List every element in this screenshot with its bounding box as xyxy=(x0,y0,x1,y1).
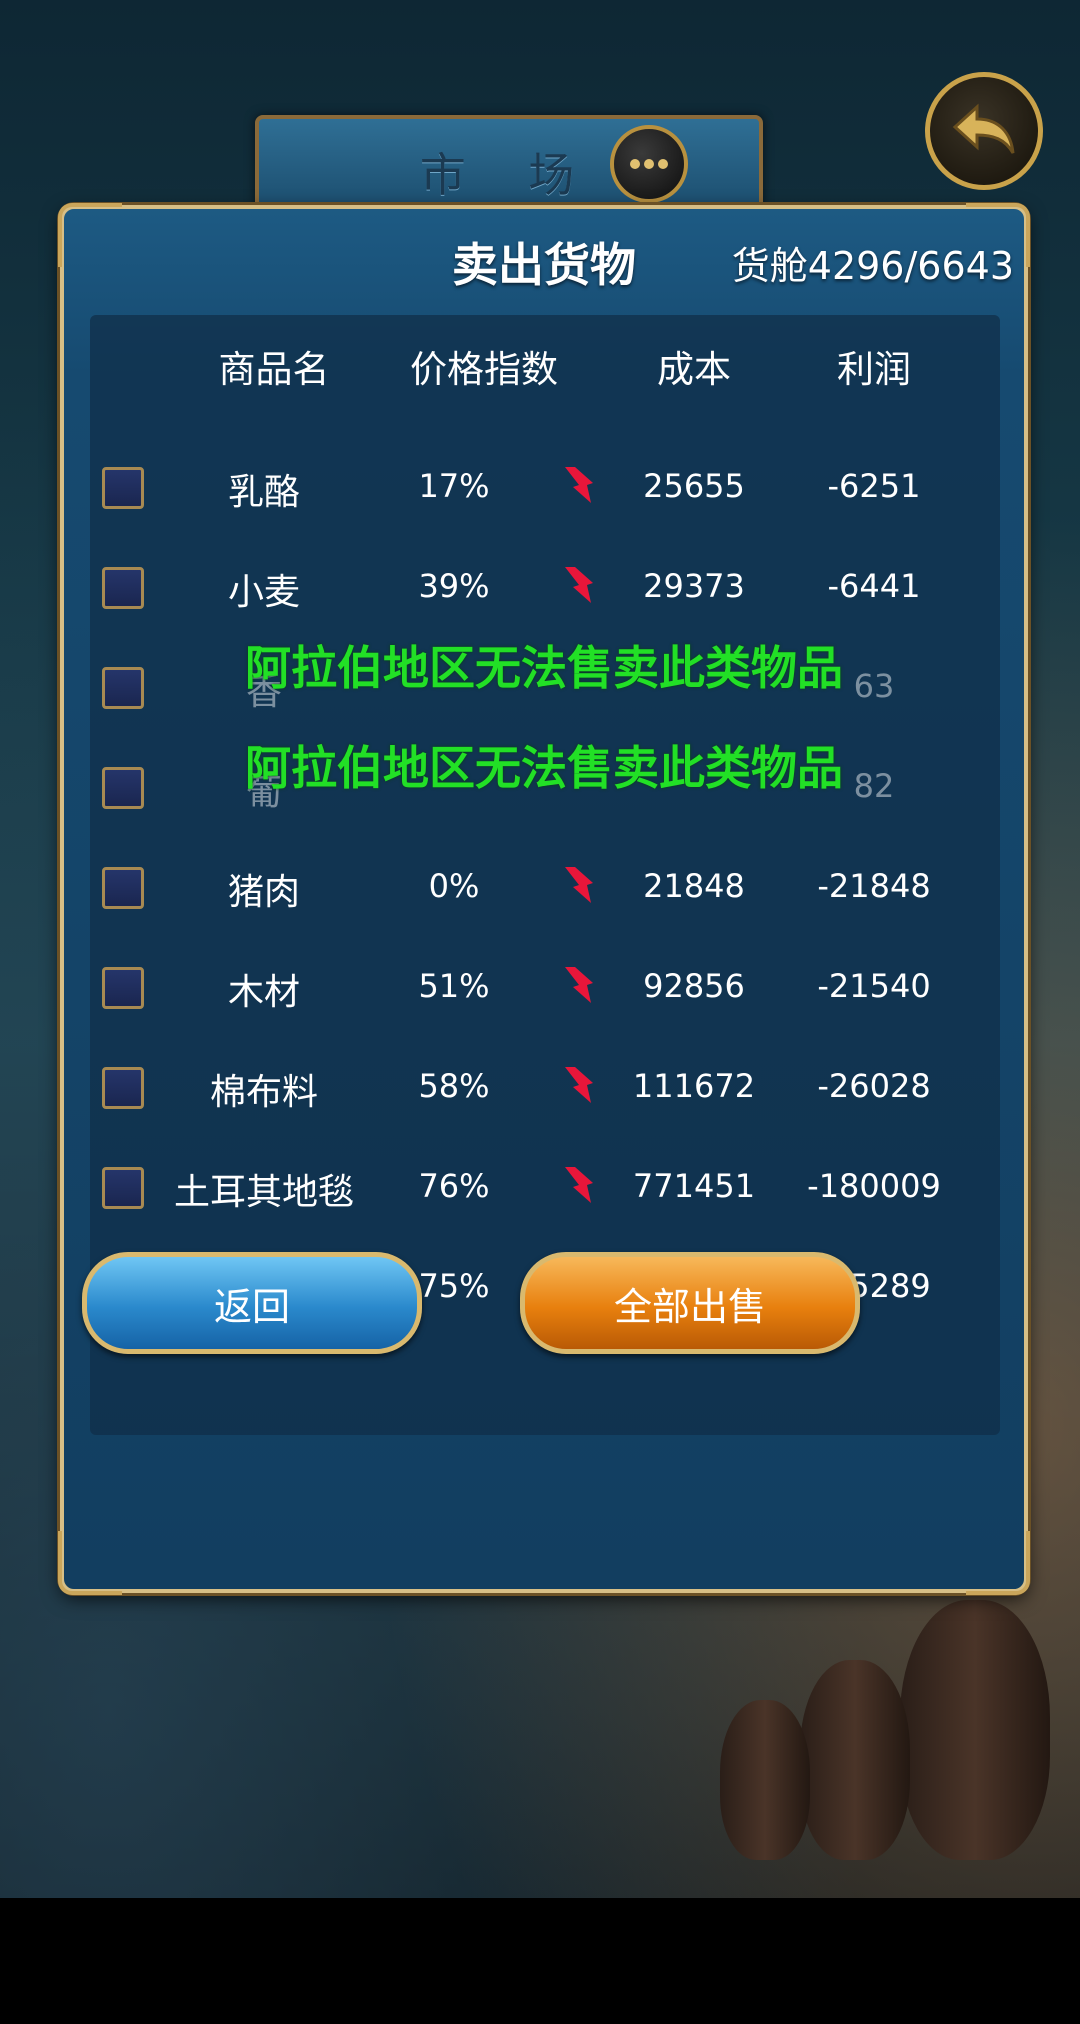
profit-value: -6441 xyxy=(827,567,921,605)
cost-value: 29373 xyxy=(643,567,745,605)
cost-value: 25655 xyxy=(643,467,745,505)
navigation-bar-area xyxy=(0,1898,1080,2024)
sell-goods-panel: 卖出货物 货舱4296/6643 商品名 价格指数 成本 利润 乳酪 17% 256… xyxy=(58,203,1030,1595)
restriction-notice: 阿拉伯地区无法售卖此类物品 xyxy=(245,741,843,795)
price-index-value: 76% xyxy=(418,1167,490,1205)
goods-name: 猪肉 xyxy=(227,872,300,913)
profit-value: -6251 xyxy=(827,467,921,505)
goods-row[interactable]: 木材 51% 92856 -21540 xyxy=(64,949,1024,1029)
column-header-cost: 成本 xyxy=(657,348,731,391)
goods-checkbox[interactable] xyxy=(102,567,144,609)
cost-value: 771451 xyxy=(632,1167,756,1205)
sell-all-button[interactable]: 全部出售 xyxy=(520,1252,860,1354)
price-index-value: 0% xyxy=(428,867,480,905)
restriction-notice: 阿拉伯地区无法售卖此类物品 xyxy=(245,641,843,695)
goods-name: 土耳其地毯 xyxy=(173,1172,354,1213)
price-down-arrow-icon xyxy=(565,967,593,1003)
price-index-value: 51% xyxy=(418,967,490,1005)
return-button[interactable]: 返回 xyxy=(82,1252,422,1354)
profit-value: -21848 xyxy=(817,867,931,905)
column-header-price-index: 价格指数 xyxy=(410,348,558,391)
cost-value: 21848 xyxy=(643,867,745,905)
goods-checkbox[interactable] xyxy=(102,867,144,909)
goods-row[interactable]: 土耳其地毯 76% 771451 -180009 xyxy=(64,1149,1024,1229)
cost-value: 92856 xyxy=(643,967,745,1005)
goods-name: 棉布料 xyxy=(209,1072,318,1113)
cargo-capacity: 货舱4296/6643 xyxy=(731,244,1014,288)
price-down-arrow-icon xyxy=(565,1067,593,1103)
goods-row[interactable]: 棉布料 58% 111672 -26028 xyxy=(64,1049,1024,1129)
goods-row[interactable]: 小麦 39% 29373 -6441 xyxy=(64,549,1024,629)
goods-checkbox[interactable] xyxy=(102,1067,144,1109)
cost-value: 111672 xyxy=(632,1067,756,1105)
price-down-arrow-icon xyxy=(565,1167,593,1203)
price-down-arrow-icon xyxy=(565,467,593,503)
goods-checkbox[interactable] xyxy=(102,967,144,1009)
price-down-arrow-icon xyxy=(565,867,593,903)
goods-name: 乳酪 xyxy=(227,472,300,513)
goods-checkbox[interactable] xyxy=(102,467,144,509)
panel-corner xyxy=(58,1531,122,1595)
panel-corner xyxy=(966,1531,1030,1595)
back-arrow-icon[interactable] xyxy=(925,72,1043,190)
price-index-value: 58% xyxy=(418,1067,490,1105)
background-jar xyxy=(900,1600,1050,1860)
goods-name: 木材 xyxy=(227,972,300,1013)
price-down-arrow-icon xyxy=(565,567,593,603)
goods-name: 小麦 xyxy=(227,572,300,613)
profit-value: -180009 xyxy=(807,1167,941,1205)
profit-value: -21540 xyxy=(817,967,931,1005)
goods-row[interactable]: 乳酪 17% 25655 -6251 xyxy=(64,449,1024,529)
background-jar xyxy=(800,1660,910,1860)
column-header-name: 商品名 xyxy=(218,348,330,391)
profit-value: -26028 xyxy=(817,1067,931,1105)
table-header: 商品名 价格指数 成本 利润 xyxy=(64,339,1024,399)
chat-bubble-icon[interactable] xyxy=(610,125,688,203)
goods-checkbox[interactable] xyxy=(102,1167,144,1209)
background-jar xyxy=(720,1700,810,1860)
column-header-profit: 利润 xyxy=(837,348,911,391)
price-index-value: 39% xyxy=(418,567,490,605)
price-index-value: 17% xyxy=(418,467,490,505)
goods-row[interactable]: 猪肉 0% 21848 -21848 xyxy=(64,849,1024,929)
